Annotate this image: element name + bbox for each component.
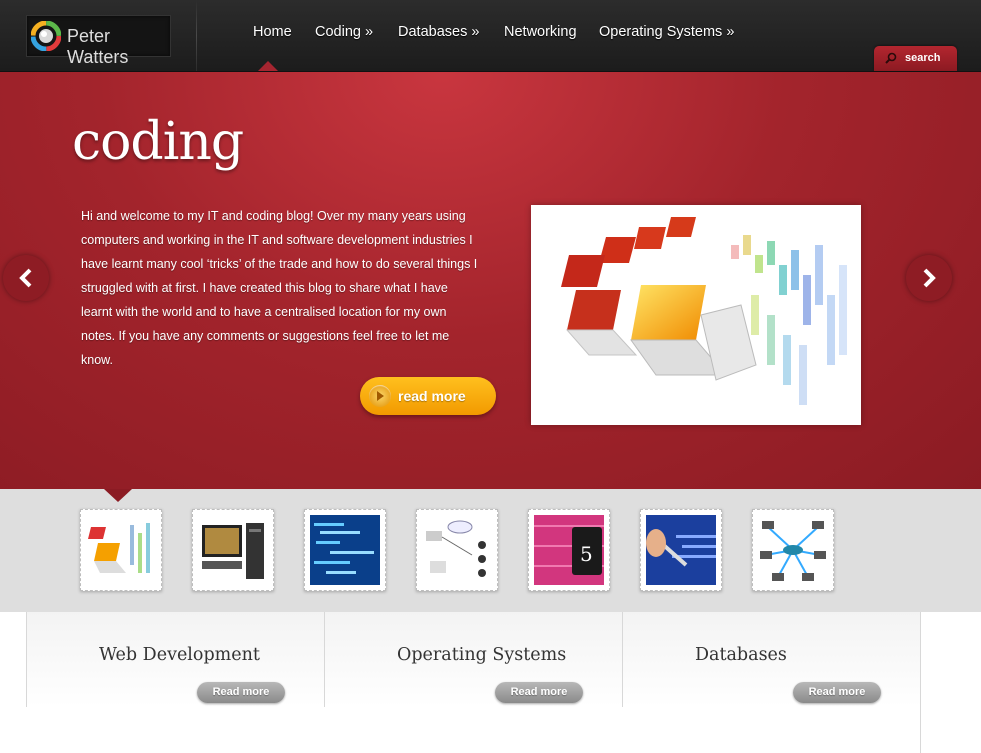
- databases-read-more-button[interactable]: Read more: [793, 682, 881, 703]
- column-divider: [920, 612, 921, 753]
- column-title: Web Development: [99, 645, 260, 665]
- laptops-illustration: [531, 205, 861, 425]
- thumb-6[interactable]: [640, 509, 722, 591]
- nav-coding[interactable]: Coding »: [315, 24, 373, 40]
- column-web-development: Web Development Read more: [26, 612, 324, 707]
- site-logo[interactable]: Peter Watters: [26, 15, 171, 67]
- search-label: search: [905, 52, 941, 64]
- search-icon: [885, 52, 897, 64]
- network-hub-thumb-image: [758, 515, 828, 585]
- html5-number: 5: [580, 542, 593, 566]
- code-screen-thumb-image: [310, 515, 380, 585]
- logo-icon: [31, 21, 61, 51]
- hero-description: Hi and welcome to my IT and coding blog!…: [81, 209, 478, 367]
- site-header: Peter Watters Home Coding » Databases » …: [0, 0, 981, 72]
- play-icon: [369, 385, 391, 407]
- hero-image: [531, 205, 861, 425]
- read-more-label: read more: [398, 388, 466, 404]
- pen-code-thumb-image: [646, 515, 716, 585]
- thumb-3[interactable]: [304, 509, 386, 591]
- slider-next-button[interactable]: [906, 255, 952, 301]
- slider-thumbnails: 5: [0, 489, 981, 613]
- operating-systems-read-more-button[interactable]: Read more: [495, 682, 583, 703]
- thumb-4[interactable]: [416, 509, 498, 591]
- column-operating-systems: Operating Systems Read more: [324, 612, 622, 707]
- category-columns: Web Development Read more Operating Syst…: [0, 612, 981, 753]
- hero-title: coding: [72, 112, 244, 172]
- logo-text: Peter Watters: [67, 26, 129, 67]
- hero-slider: coding Hi and welcome to my IT and codin…: [0, 72, 981, 489]
- column-databases: Databases Read more: [622, 612, 920, 707]
- web-development-read-more-button[interactable]: Read more: [197, 682, 285, 703]
- laptops-data-thumb-image: [86, 515, 156, 585]
- read-more-button[interactable]: read more: [360, 377, 496, 415]
- network-diagram-thumb-image: [422, 515, 492, 585]
- nav-home[interactable]: Home: [253, 24, 292, 40]
- thumb-5[interactable]: 5: [528, 509, 610, 591]
- column-title: Operating Systems: [397, 645, 567, 665]
- nav-operating-systems[interactable]: Operating Systems »: [599, 24, 734, 40]
- slider-prev-button[interactable]: [3, 255, 49, 301]
- active-slide-indicator: [104, 489, 132, 502]
- column-title: Databases: [695, 645, 787, 665]
- nav-networking[interactable]: Networking: [504, 24, 577, 40]
- active-nav-indicator: [258, 61, 278, 71]
- html5-tablet-thumb-image: 5: [534, 515, 604, 585]
- thumb-2[interactable]: [192, 509, 274, 591]
- chevron-left-icon: [19, 268, 32, 288]
- search-button[interactable]: search: [874, 46, 957, 71]
- thumb-1[interactable]: [80, 509, 162, 591]
- header-divider: [196, 0, 197, 71]
- thumb-7[interactable]: [752, 509, 834, 591]
- computer-tower-thumb-image: [198, 515, 268, 585]
- nav-databases[interactable]: Databases »: [398, 24, 479, 40]
- chevron-right-icon: [923, 268, 936, 288]
